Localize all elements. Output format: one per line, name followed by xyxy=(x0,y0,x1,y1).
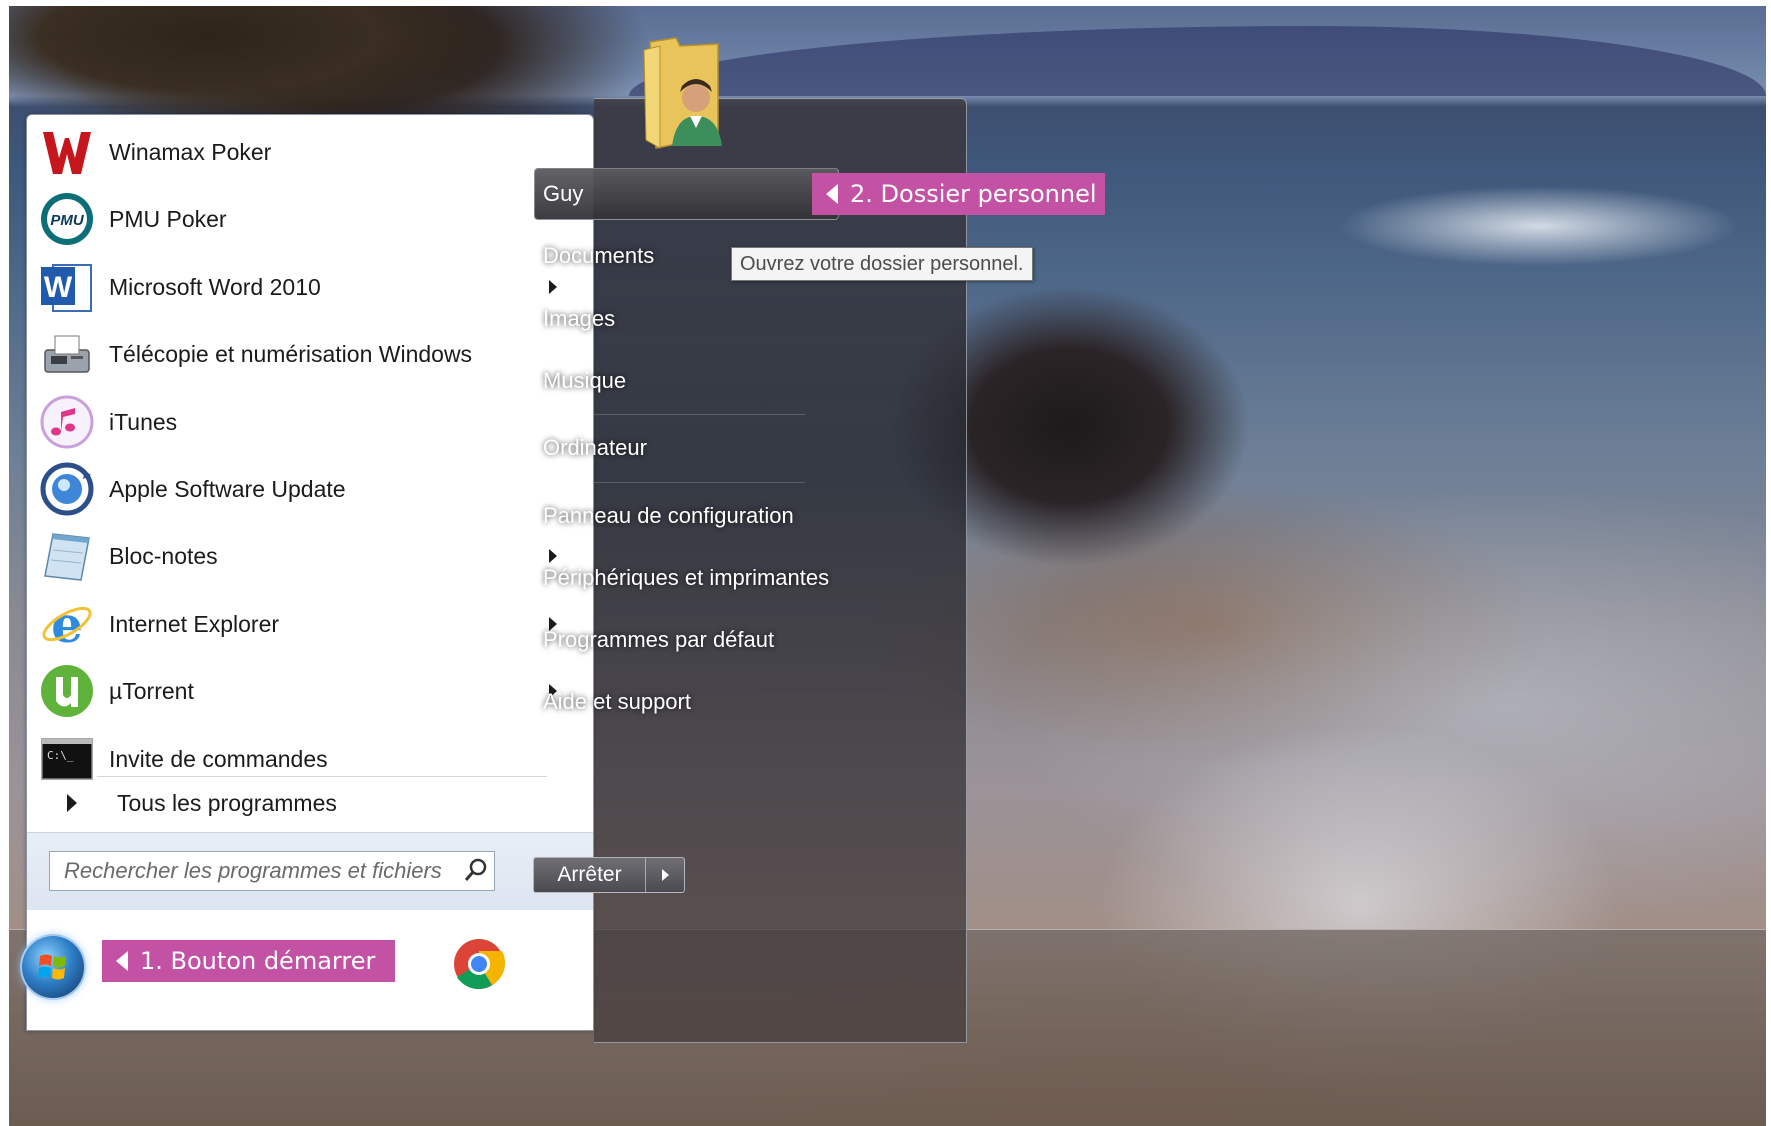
link-documents[interactable]: Documents xyxy=(543,243,654,269)
program-label: Invite de commandes xyxy=(109,745,328,772)
search-input[interactable] xyxy=(50,853,458,889)
cmd-icon: C:\_ xyxy=(37,729,97,789)
program-winamax-poker[interactable]: Winamax Poker xyxy=(37,119,577,185)
program-itunes[interactable]: iTunes xyxy=(37,389,577,455)
pmu-icon: PMU xyxy=(37,189,97,249)
separator xyxy=(97,776,547,777)
program-utorrent[interactable]: µTorrent xyxy=(37,658,577,724)
link-music[interactable]: Musique xyxy=(543,368,626,394)
start-button[interactable] xyxy=(20,934,86,1000)
program-internet-explorer[interactable]: e Internet Explorer xyxy=(37,591,577,657)
shutdown-control: Arrêter xyxy=(533,857,685,893)
submenu-arrow-icon[interactable] xyxy=(549,280,557,294)
program-label: Télécopie et numérisation Windows xyxy=(109,340,473,367)
expand-arrow-icon xyxy=(67,794,77,812)
pointer-arrow-icon xyxy=(116,951,128,971)
windows-logo-icon xyxy=(38,954,66,980)
user-folder-icon[interactable] xyxy=(640,36,730,154)
all-programs-button[interactable]: Tous les programmes xyxy=(37,781,577,825)
callout-start-button: 1. Bouton démarrer xyxy=(102,940,395,982)
program-label: PMU Poker xyxy=(109,205,227,232)
program-notepad[interactable]: Bloc-notes xyxy=(37,523,577,589)
link-devices-printers[interactable]: Périphériques et imprimantes xyxy=(543,565,829,591)
svg-text:PMU: PMU xyxy=(50,212,85,229)
notepad-icon xyxy=(37,526,97,586)
program-pmu-poker[interactable]: PMU PMU Poker xyxy=(37,186,577,252)
program-microsoft-word[interactable]: W Microsoft Word 2010 xyxy=(37,254,577,320)
chrome-taskbar-icon[interactable] xyxy=(452,937,506,991)
program-label: Winamax Poker xyxy=(109,138,272,165)
program-label: Apple Software Update xyxy=(109,475,346,502)
pointer-arrow-icon xyxy=(826,184,838,204)
callout-home-folder: 2. Dossier personnel xyxy=(812,173,1105,215)
itunes-icon xyxy=(37,392,97,452)
start-menu-programs-panel: Winamax Poker PMU PMU Poker W Microsoft … xyxy=(26,114,594,1031)
svg-text:W: W xyxy=(44,271,73,304)
submenu-arrow-icon[interactable] xyxy=(549,549,557,563)
callout-label: 1. Bouton démarrer xyxy=(140,947,376,975)
shutdown-button[interactable]: Arrêter xyxy=(534,858,646,892)
program-label: Bloc-notes xyxy=(109,542,218,569)
ie-icon: e xyxy=(37,594,97,654)
all-programs-label: Tous les programmes xyxy=(117,789,337,816)
search-icon[interactable] xyxy=(458,853,494,889)
link-control-panel[interactable]: Panneau de configuration xyxy=(543,503,794,529)
program-label: µTorrent xyxy=(109,677,194,704)
separator xyxy=(545,482,805,483)
link-computer[interactable]: Ordinateur xyxy=(543,435,647,461)
svg-text:e: e xyxy=(51,596,83,652)
separator xyxy=(545,414,805,415)
search-box[interactable] xyxy=(49,851,495,891)
shutdown-options-button[interactable] xyxy=(646,858,684,892)
callout-label: 2. Dossier personnel xyxy=(850,180,1097,208)
fax-icon xyxy=(37,324,97,384)
program-label: iTunes xyxy=(109,408,178,435)
word-icon: W xyxy=(37,257,97,317)
program-label: Microsoft Word 2010 xyxy=(109,273,321,300)
link-help-support[interactable]: Aide et support xyxy=(543,689,691,715)
search-area xyxy=(27,832,593,910)
user-name: Guy xyxy=(543,181,584,206)
wallpaper-hill xyxy=(629,26,1766,96)
program-label: Internet Explorer xyxy=(109,610,280,637)
utorrent-icon xyxy=(37,661,97,721)
tooltip: Ouvrez votre dossier personnel. xyxy=(731,247,1033,281)
svg-text:C:\_: C:\_ xyxy=(47,749,74,762)
user-folder-link[interactable]: Guy xyxy=(534,168,839,220)
program-apple-software-update[interactable]: Apple Software Update xyxy=(37,456,577,522)
winamax-icon xyxy=(37,122,97,182)
chevron-right-icon xyxy=(661,869,669,881)
apple-update-icon xyxy=(37,459,97,519)
program-fax-scan[interactable]: Télécopie et numérisation Windows xyxy=(37,321,577,387)
link-default-programs[interactable]: Programmes par défaut xyxy=(543,627,774,653)
link-images[interactable]: Images xyxy=(543,306,615,332)
